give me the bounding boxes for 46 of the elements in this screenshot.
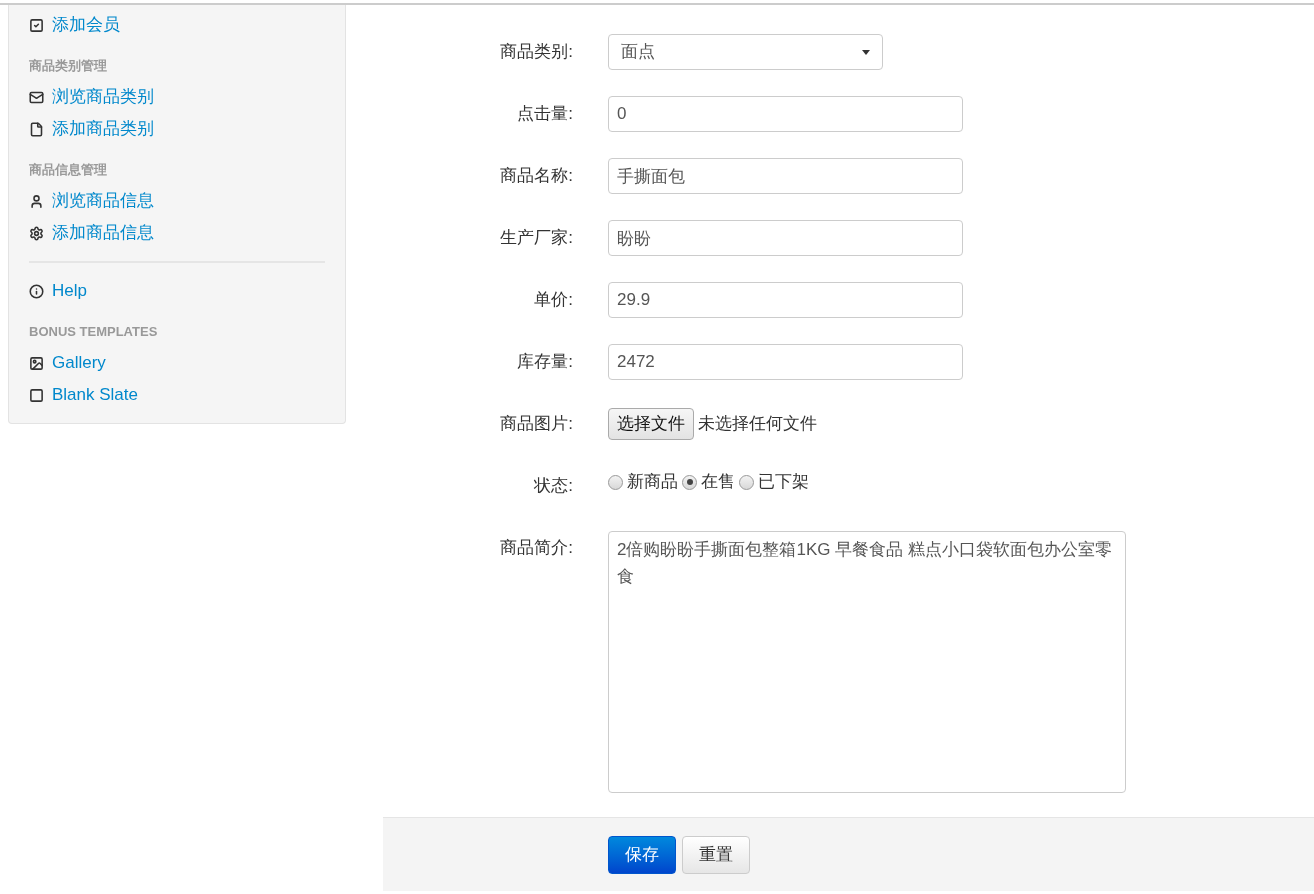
sidebar-link[interactable]: 添加会员 <box>52 12 120 38</box>
field-label: 商品类别: <box>500 42 573 62</box>
user-icon <box>29 193 44 209</box>
radio-button[interactable] <box>739 474 754 490</box>
gear-icon <box>29 225 44 241</box>
sidebar-link[interactable]: Gallery <box>52 350 106 376</box>
picture-icon <box>29 355 44 371</box>
checkbox-icon <box>29 17 44 33</box>
sidebar-heading: BONUS TEMPLATES <box>29 324 158 339</box>
field-label: 生产厂家: <box>500 228 573 248</box>
reset-button[interactable]: 重置 <box>682 835 750 874</box>
radio-button[interactable] <box>608 474 623 490</box>
field-label: 商品图片: <box>500 414 573 434</box>
input-field[interactable]: 手撕面包 <box>608 158 963 194</box>
field-label: 库存量: <box>517 352 573 372</box>
radio-label: 新商品 <box>627 471 678 494</box>
envelope-icon <box>29 89 44 105</box>
sidebar-link[interactable]: 添加商品类别 <box>52 116 154 142</box>
save-button[interactable]: 保存 <box>608 835 676 874</box>
field-label: 商品名称: <box>500 166 573 186</box>
field-label: 商品简介: <box>500 538 573 557</box>
file-icon <box>29 121 44 137</box>
radio-button[interactable] <box>682 474 697 490</box>
sidebar-link[interactable]: 浏览商品信息 <box>52 188 154 214</box>
field-label: 点击量: <box>517 104 573 124</box>
category-select[interactable]: 面点 <box>608 34 883 70</box>
input-field[interactable]: 2472 <box>608 344 963 380</box>
caret-icon <box>862 49 870 55</box>
input-field[interactable]: 29.9 <box>608 282 963 318</box>
radio-label: 已下架 <box>758 471 809 494</box>
input-field[interactable]: 0 <box>608 96 963 132</box>
sidebar-heading: 商品信息管理 <box>29 162 107 177</box>
square-icon <box>29 387 44 403</box>
info-icon <box>29 283 44 299</box>
sidebar-heading: 商品类别管理 <box>29 58 107 73</box>
choose-file-button[interactable]: 选择文件 <box>608 408 694 440</box>
description-textarea[interactable]: 2倍购盼盼手撕面包整箱1KG 早餐食品 糕点小口袋软面包办公室零食 <box>608 531 1126 793</box>
sidebar-link[interactable]: Blank Slate <box>52 382 138 408</box>
sidebar-link[interactable]: 浏览商品类别 <box>52 84 154 110</box>
file-status: 未选择任何文件 <box>698 413 817 436</box>
field-label: 单价: <box>534 290 573 310</box>
sidebar-link[interactable]: Help <box>52 278 87 304</box>
field-label: 状态: <box>534 476 573 496</box>
input-field[interactable]: 盼盼 <box>608 220 963 256</box>
sidebar-link[interactable]: 添加商品信息 <box>52 220 154 246</box>
radio-label: 在售 <box>701 471 735 494</box>
